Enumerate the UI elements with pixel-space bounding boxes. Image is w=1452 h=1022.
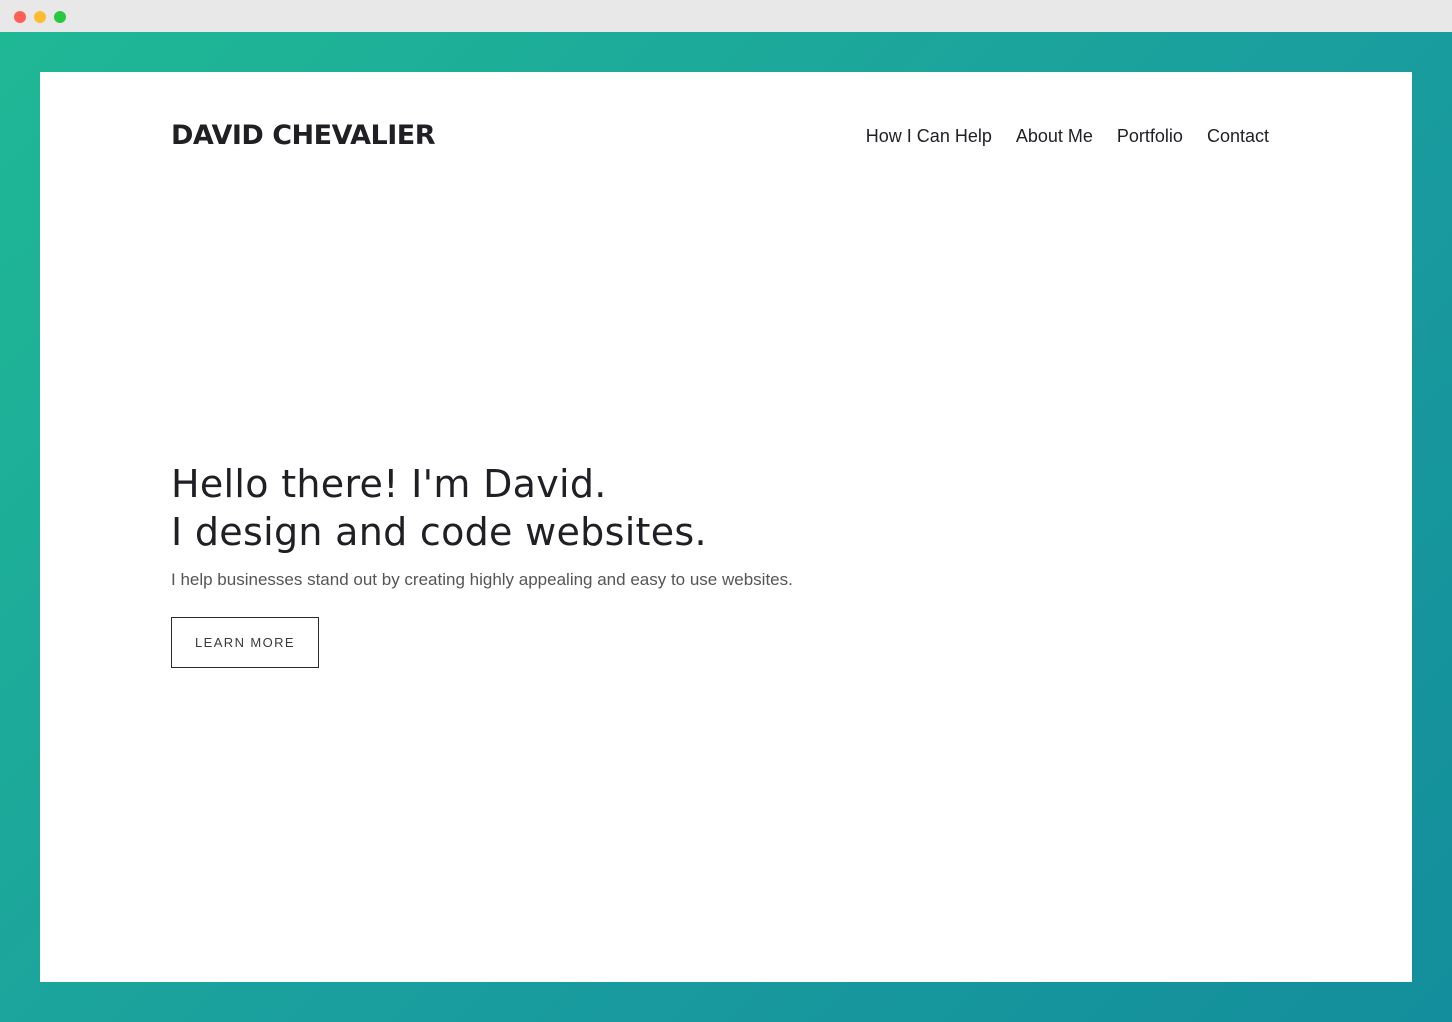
learn-more-button[interactable]: LEARN MORE — [171, 617, 319, 668]
browser-window: DAVID CHEVALIER How I Can Help About Me … — [0, 0, 1452, 1022]
site-logo[interactable]: DAVID CHEVALIER — [171, 120, 436, 151]
minimize-icon[interactable] — [34, 11, 46, 23]
main-nav: How I Can Help About Me Portfolio Contac… — [866, 126, 1269, 147]
nav-item-portfolio[interactable]: Portfolio — [1117, 126, 1183, 147]
hero-heading-line-2: I design and code websites. — [171, 510, 707, 554]
page-card: DAVID CHEVALIER How I Can Help About Me … — [40, 72, 1412, 982]
page-viewport: DAVID CHEVALIER How I Can Help About Me … — [0, 32, 1452, 1022]
hero-section: Hello there! I'm David. I design and cod… — [171, 460, 1071, 668]
hero-heading-line-1: Hello there! I'm David. — [171, 462, 607, 506]
nav-item-about-me[interactable]: About Me — [1016, 126, 1093, 147]
nav-item-how-i-can-help[interactable]: How I Can Help — [866, 126, 992, 147]
zoom-icon[interactable] — [54, 11, 66, 23]
close-icon[interactable] — [14, 11, 26, 23]
hero-heading: Hello there! I'm David. I design and cod… — [171, 460, 1071, 556]
window-titlebar — [0, 0, 1452, 32]
nav-item-contact[interactable]: Contact — [1207, 126, 1269, 147]
hero-subheading: I help businesses stand out by creating … — [171, 570, 793, 589]
